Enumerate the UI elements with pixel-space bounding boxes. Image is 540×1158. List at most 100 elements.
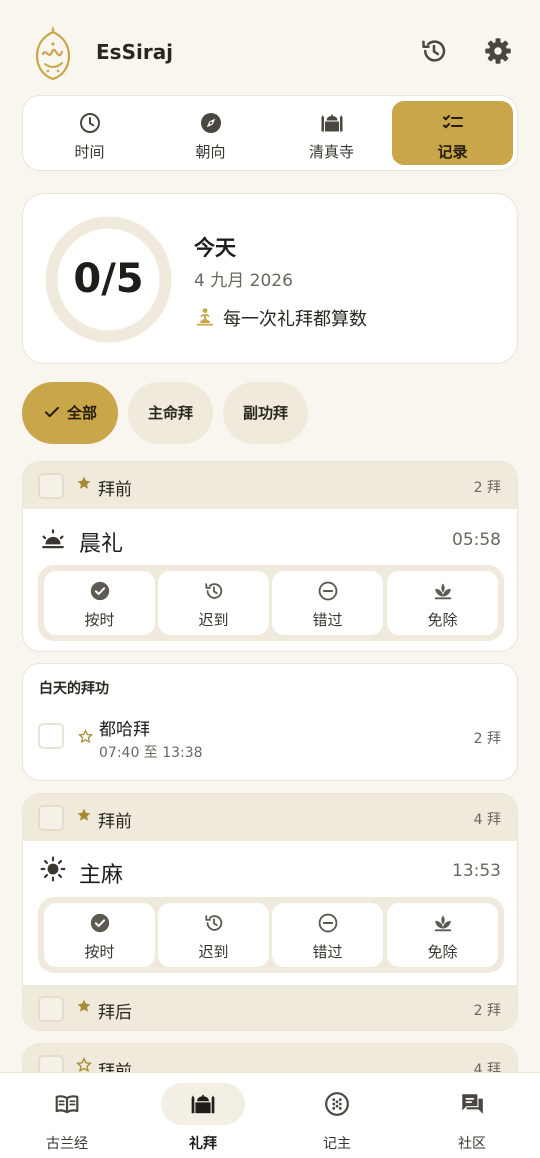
rakah-count: 2 拜 — [473, 731, 501, 747]
bottom-nav: 古兰经 礼拜 记主 社区 — [0, 1072, 540, 1158]
status-label: 迟到 — [198, 611, 229, 629]
tab-qibla[interactable]: 朝向 — [150, 101, 271, 165]
status-label: 迟到 — [198, 943, 229, 961]
tab-label: 清真寺 — [308, 143, 354, 161]
star-filled-icon — [76, 475, 92, 491]
mosque-icon — [190, 1091, 216, 1117]
rakah-count: 2 拜 — [473, 480, 501, 496]
tasbih-icon — [324, 1091, 350, 1117]
minus-circle-icon — [317, 912, 339, 934]
check-circle-icon — [89, 580, 111, 602]
status-label: 免除 — [427, 943, 458, 961]
tab-tracker[interactable]: 记录 — [392, 101, 513, 165]
status-label: 错过 — [312, 943, 343, 961]
compass-icon — [199, 111, 223, 135]
status-label: 免除 — [427, 611, 458, 629]
status-selector: 按时 迟到 错过 免除 — [38, 897, 504, 973]
sunnah-checkbox[interactable] — [38, 805, 64, 831]
prayer-time: 13:53 — [452, 861, 501, 881]
prayer-card-fajr: 拜前 2 拜 晨礼 05:58 按时 迟到 错过 免除 — [22, 461, 518, 652]
status-late-button[interactable]: 迟到 — [158, 571, 269, 635]
star-outline-icon — [76, 1057, 92, 1073]
filter-chip-all[interactable]: 全部 — [22, 382, 118, 444]
clock-icon — [78, 111, 102, 135]
star-filled-icon — [76, 998, 92, 1014]
prayer-name: 晨礼 — [79, 532, 124, 557]
mosque-icon — [320, 111, 344, 135]
check-icon — [43, 403, 61, 421]
sunnah-row-after[interactable]: 拜后 2 拜 — [23, 985, 517, 1030]
sun-icon — [40, 856, 66, 882]
sunrise-icon — [40, 526, 66, 552]
chip-label: 主命拜 — [147, 404, 193, 422]
status-label: 按时 — [84, 611, 115, 629]
tab-label: 记录 — [437, 143, 468, 161]
top-tab-bar: 时间 朝向 清真寺 记录 — [22, 95, 518, 171]
daytime-prayers-card: 白天的拜功 都哈拜 07:40 至 13:38 2 拜 — [22, 663, 518, 781]
status-exempt-button[interactable]: 免除 — [387, 571, 498, 635]
star-outline-icon — [78, 729, 93, 744]
rakah-count: 4 拜 — [473, 812, 501, 828]
prayer-name: 主麻 — [79, 863, 124, 888]
nav-label: 礼拜 — [189, 1136, 217, 1152]
status-on-time-button[interactable]: 按时 — [44, 571, 155, 635]
tab-label: 朝向 — [195, 143, 226, 161]
chip-label: 副功拜 — [242, 404, 288, 422]
prayer-card-jumuah: 拜前 4 拜 主麻 13:53 按时 迟到 错过 免除 拜后 2 拜 — [22, 793, 518, 1031]
star-filled-icon — [76, 807, 92, 823]
lotus-icon — [432, 912, 454, 934]
status-label: 错过 — [312, 611, 343, 629]
duha-checkbox[interactable] — [38, 723, 64, 749]
sunnah-row-before[interactable]: 拜前 4 拜 — [23, 794, 517, 841]
rakah-count: 2 拜 — [473, 1003, 501, 1019]
sunnah-checkbox[interactable] — [38, 473, 64, 499]
duha-name: 都哈拜 — [99, 720, 150, 740]
app-logo — [32, 24, 74, 82]
history-icon[interactable] — [419, 36, 449, 66]
nav-quran[interactable]: 古兰经 — [17, 1083, 117, 1153]
sunnah-label: 拜后 — [98, 1003, 132, 1023]
history-icon — [203, 580, 225, 602]
today-label: 今天 — [194, 236, 236, 260]
tab-label: 时间 — [74, 143, 105, 161]
status-missed-button[interactable]: 错过 — [272, 903, 383, 967]
status-missed-button[interactable]: 错过 — [272, 571, 383, 635]
daily-summary-card: 0/5 今天 4 九月 2026 每一次礼拜都算数 — [22, 193, 518, 364]
prayer-time: 05:58 — [452, 530, 501, 550]
lotus-icon — [432, 580, 454, 602]
check-circle-icon — [89, 912, 111, 934]
book-icon — [54, 1091, 80, 1117]
checklist-icon — [441, 111, 465, 135]
motto-text: 每一次礼拜都算数 — [223, 309, 367, 330]
nav-dhikr[interactable]: 记主 — [287, 1083, 387, 1153]
sunnah-checkbox[interactable] — [38, 996, 64, 1022]
status-selector: 按时 迟到 错过 免除 — [38, 565, 504, 641]
chip-label: 全部 — [66, 404, 97, 422]
duha-time-range: 07:40 至 13:38 — [99, 745, 203, 761]
app-title: EsSiraj — [96, 40, 174, 64]
tab-mosques[interactable]: 清真寺 — [271, 101, 392, 165]
tab-times[interactable]: 时间 — [29, 101, 150, 165]
minus-circle-icon — [317, 580, 339, 602]
nav-prayer[interactable]: 礼拜 — [153, 1083, 253, 1153]
gear-icon[interactable] — [483, 36, 513, 66]
nav-label: 记主 — [323, 1136, 351, 1152]
app-header: EsSiraj — [0, 22, 540, 86]
status-label: 按时 — [84, 943, 115, 961]
nav-label: 古兰经 — [46, 1136, 88, 1152]
date-label: 4 九月 2026 — [194, 271, 293, 291]
status-late-button[interactable]: 迟到 — [158, 903, 269, 967]
history-icon — [203, 912, 225, 934]
section-title: 白天的拜功 — [39, 681, 109, 697]
filter-chip-fard[interactable]: 主命拜 — [128, 382, 213, 444]
forum-icon — [459, 1091, 485, 1117]
sunnah-label: 拜前 — [98, 480, 132, 500]
sunnah-row-before[interactable]: 拜前 2 拜 — [23, 462, 517, 509]
prayer-count: 0/5 — [73, 256, 144, 302]
nav-label: 社区 — [458, 1136, 486, 1152]
status-on-time-button[interactable]: 按时 — [44, 903, 155, 967]
status-exempt-button[interactable]: 免除 — [387, 903, 498, 967]
sunnah-label: 拜前 — [98, 812, 132, 832]
filter-chip-sunnah[interactable]: 副功拜 — [223, 382, 308, 444]
nav-community[interactable]: 社区 — [422, 1083, 522, 1153]
